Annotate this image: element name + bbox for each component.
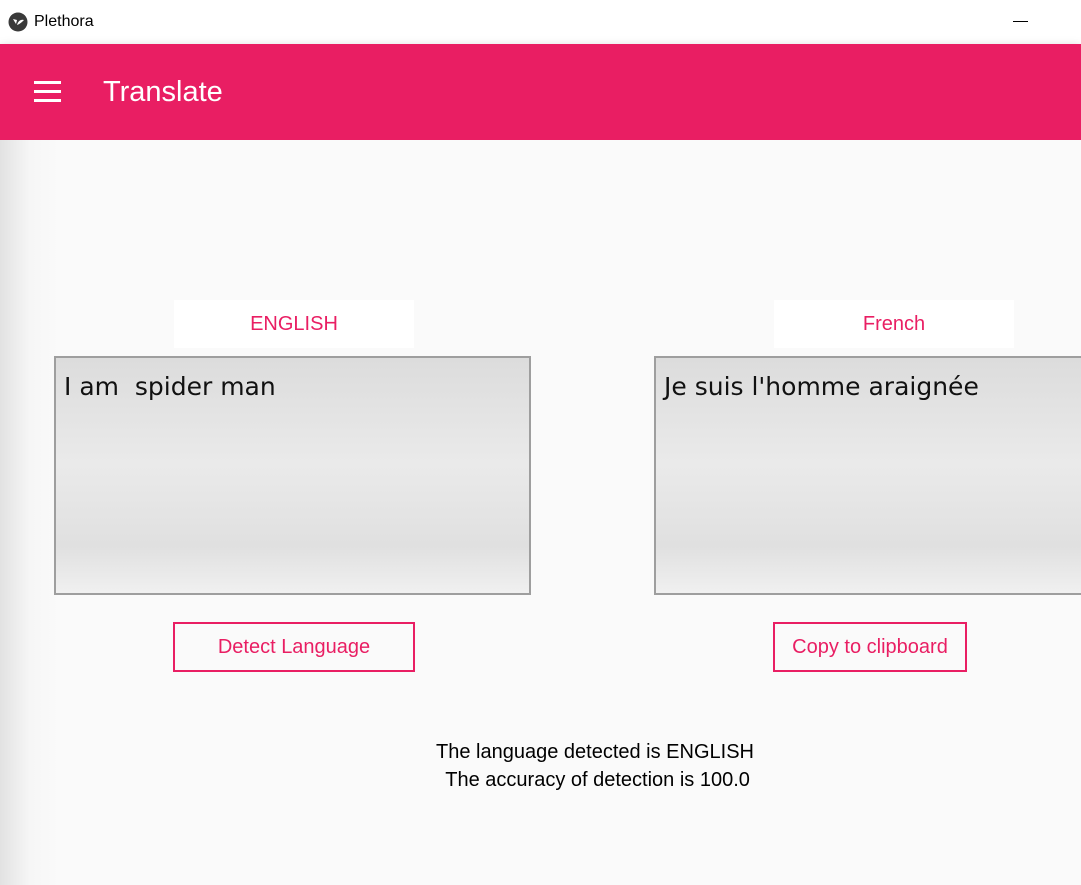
page-title: Translate [103, 76, 223, 108]
translated-text-output[interactable]: Je suis l'homme araignée [654, 356, 1081, 595]
target-language-label[interactable]: French [774, 300, 1014, 348]
source-language-label[interactable]: ENGLISH [174, 300, 414, 348]
minimize-button[interactable] [1000, 6, 1040, 36]
window-title: Plethora [34, 13, 94, 30]
hamburger-menu-icon[interactable] [28, 74, 68, 110]
detection-status: The language detected is ENGLISH The acc… [0, 738, 1081, 794]
minimize-icon [1012, 20, 1028, 22]
detect-language-button[interactable]: Detect Language [173, 622, 415, 672]
window-titlebar: Plethora [0, 0, 1081, 44]
app-toolbar: Translate [0, 44, 1081, 140]
source-text-input[interactable]: I am spider man [54, 356, 531, 595]
copy-to-clipboard-button[interactable]: Copy to clipboard [773, 622, 967, 672]
detection-accuracy-text: The accuracy of detection is 100.0 [440, 769, 750, 791]
detected-language-text: The language detected is ENGLISH [436, 741, 754, 763]
translate-screen: ENGLISH French I am spider man Je suis l… [0, 140, 1081, 885]
kivy-logo-icon [8, 12, 28, 32]
